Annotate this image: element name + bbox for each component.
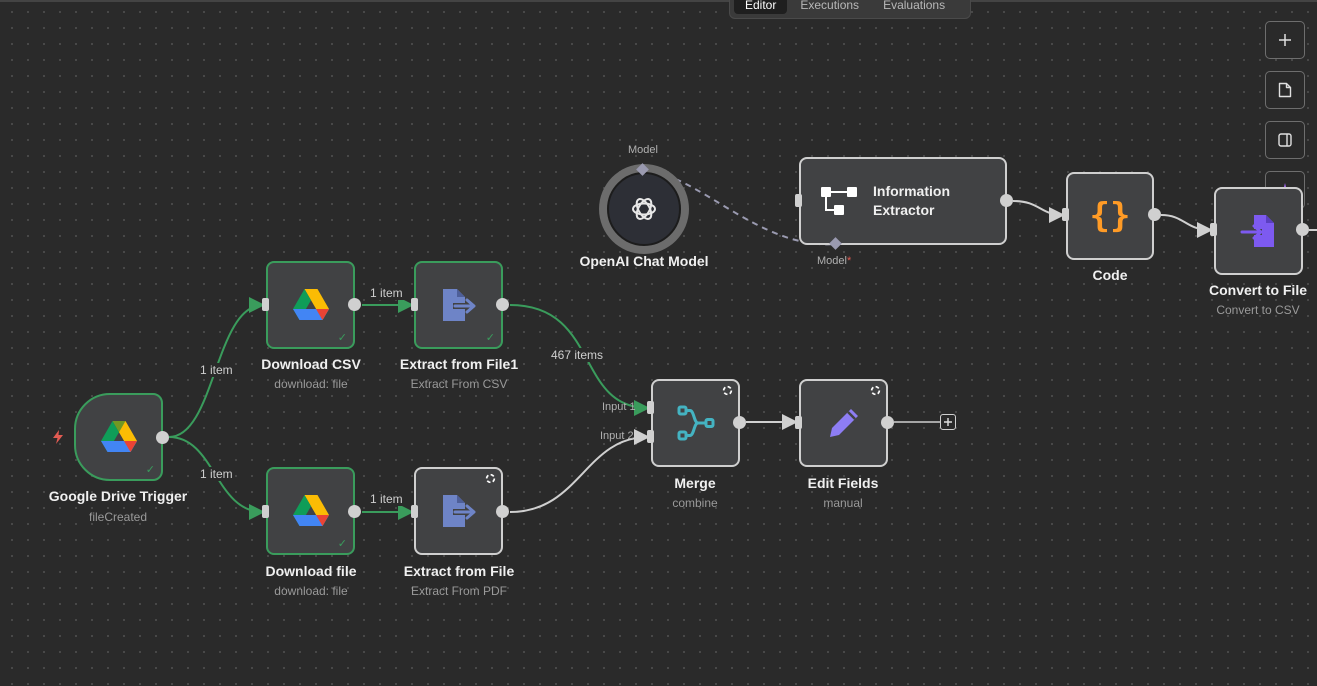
node-title-line2: Extractor — [873, 202, 935, 218]
google-drive-icon — [292, 495, 329, 526]
extract-file-icon — [442, 289, 475, 321]
edge-code-to-convert[interactable] — [1160, 214, 1213, 238]
node-title: Convert to File — [1208, 282, 1308, 298]
input-handle[interactable] — [795, 416, 802, 429]
edge-extractor-to-code[interactable] — [1012, 200, 1065, 223]
tree-structure-icon — [821, 187, 857, 215]
convert-file-icon — [1240, 215, 1274, 247]
success-check-icon: ✓ — [145, 464, 155, 476]
input-handle[interactable] — [262, 298, 269, 311]
input-handle[interactable] — [262, 505, 269, 518]
output-handle[interactable] — [348, 298, 361, 311]
output-handle[interactable] — [733, 416, 746, 429]
google-drive-icon — [292, 289, 329, 320]
output-handle[interactable] — [1148, 208, 1161, 221]
extract-file-icon — [442, 495, 475, 527]
input-handle[interactable] — [411, 298, 418, 311]
node-merge[interactable] — [651, 379, 740, 467]
port-label: Model — [628, 144, 658, 156]
edge-label-extract1-merge: 467 items — [550, 348, 605, 362]
edge-label-csv-extract1: 1 item — [369, 286, 404, 300]
node-subtitle: Convert to CSV — [1216, 303, 1300, 317]
output-handle[interactable] — [348, 505, 361, 518]
node-title: Download file — [265, 563, 357, 579]
node-edit-fields[interactable] — [799, 379, 888, 467]
input-handle[interactable] — [795, 194, 802, 207]
edge-label-file-extract: 1 item — [369, 492, 404, 506]
pending-icon — [722, 385, 733, 396]
trigger-bolt-icon — [52, 430, 64, 447]
node-title: Extract from File1 — [399, 356, 519, 372]
input-handle[interactable] — [411, 505, 418, 518]
input-label-1: Input 1 — [602, 401, 636, 413]
node-subtitle: fileCreated — [88, 510, 148, 524]
edge-label-trigger-file: 1 item — [199, 467, 234, 481]
node-title: OpenAI Chat Model — [579, 253, 709, 269]
plus-icon — [944, 418, 952, 426]
node-extract-from-file1[interactable]: ✓ — [414, 261, 503, 349]
success-check-icon: ✓ — [485, 332, 495, 344]
google-drive-icon — [100, 421, 137, 452]
add-next-node-button[interactable] — [940, 414, 956, 430]
node-title-line1: Information — [873, 183, 950, 199]
connections-layer — [168, 169, 1317, 520]
node-title: Download CSV — [261, 356, 361, 372]
input-handle-2[interactable] — [647, 430, 654, 443]
node-subtitle: combine — [672, 496, 718, 510]
output-handle[interactable] — [1000, 194, 1013, 207]
node-subtitle: download: file — [274, 584, 348, 598]
node-title: Edit Fields — [807, 475, 879, 491]
input-handle-1[interactable] — [647, 401, 654, 414]
node-title: Google Drive Trigger — [48, 488, 188, 504]
success-check-icon: ✓ — [337, 332, 347, 344]
output-handle[interactable] — [496, 505, 509, 518]
code-braces-icon: {} — [1089, 196, 1131, 236]
node-subtitle: Extract From CSV — [410, 377, 508, 391]
output-handle[interactable] — [1296, 223, 1309, 236]
node-convert-to-file[interactable] — [1214, 187, 1303, 275]
output-handle[interactable] — [496, 298, 509, 311]
node-subtitle: manual — [823, 496, 863, 510]
edge-label-trigger-csv: 1 item — [199, 363, 234, 377]
pending-icon — [485, 473, 496, 484]
pending-icon — [870, 385, 881, 396]
pencil-icon — [829, 409, 858, 437]
node-download-csv[interactable]: ✓ — [266, 261, 355, 349]
node-information-extractor[interactable]: Information Extractor — [799, 157, 1007, 245]
node-google-drive-trigger[interactable]: ✓ — [74, 393, 163, 481]
success-check-icon: ✓ — [337, 538, 347, 550]
node-subtitle: Extract From PDF — [410, 584, 508, 598]
node-title: Code — [1092, 267, 1128, 283]
node-title: Extract from File — [403, 563, 515, 579]
input-handle[interactable] — [1210, 223, 1217, 236]
node-subtitle: download: file — [274, 377, 348, 391]
port-label: Model* — [817, 255, 852, 267]
input-label-2: Input 2 — [600, 430, 634, 442]
openai-icon — [632, 198, 656, 220]
node-openai-chat-model[interactable] — [599, 164, 689, 254]
node-download-file[interactable]: ✓ — [266, 467, 355, 555]
merge-icon — [677, 405, 714, 441]
output-handle[interactable] — [881, 416, 894, 429]
input-handle[interactable] — [1062, 208, 1069, 221]
output-handle[interactable] — [156, 431, 169, 444]
node-code[interactable]: {} — [1066, 172, 1154, 260]
edge-extract-to-merge[interactable] — [509, 429, 650, 513]
node-extract-from-file[interactable] — [414, 467, 503, 555]
node-title: Merge — [674, 475, 716, 491]
